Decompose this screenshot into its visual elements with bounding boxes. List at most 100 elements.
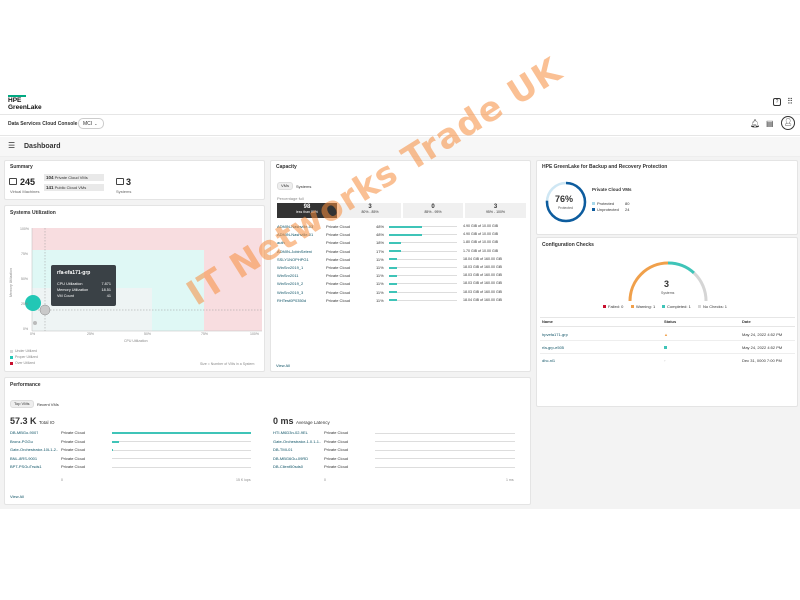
- capacity-view-all[interactable]: View All: [276, 363, 290, 368]
- x-tick-100: 100%: [250, 332, 259, 336]
- gauge-nochecks-arc: [692, 271, 708, 302]
- capacity-row-type: Private Cloud: [326, 256, 351, 262]
- iops-label: Total IO: [39, 420, 55, 425]
- tab-vms[interactable]: VMs: [277, 182, 293, 190]
- hpe-greenlake-logo[interactable]: HPE GreenLake: [8, 95, 42, 111]
- capacity-row-name[interactable]: auth: [277, 240, 285, 245]
- capacity-bar-fill: [389, 266, 397, 269]
- left-row-type: Private Cloud: [61, 430, 86, 435]
- left-row-type: Private Cloud: [61, 447, 86, 452]
- capacity-row-size: 4.90 GiB of 10.00 GiB: [463, 232, 498, 237]
- config-row-3-name[interactable]: dhc-nl1: [542, 358, 555, 363]
- legend-proper-swatch: [10, 356, 13, 359]
- right-row-name[interactable]: DB-TMI-01: [273, 447, 293, 452]
- unprotected-value: 24: [625, 207, 630, 212]
- tasks-icon[interactable]: ▤: [766, 119, 774, 129]
- tooltip-row-cpu: CPU Utilization 7.871: [57, 282, 111, 286]
- notifications-bell-icon[interactable]: 🔔︎: [750, 119, 760, 129]
- config-row-1-name[interactable]: hpvefa171-grp: [542, 332, 568, 337]
- user-avatar-icon[interactable]: 👤︎: [781, 116, 795, 130]
- capacity-row-name[interactable]: WinSrv2019_3: [277, 290, 303, 295]
- tab-systems[interactable]: Systems: [296, 184, 311, 189]
- left-row-name[interactable]: Gate-Orchestrator-10L1-2...: [10, 447, 58, 452]
- right-row-type: Private Cloud: [324, 447, 349, 452]
- public-vm-label: Public Cloud VMs: [54, 185, 87, 190]
- capacity-row-name[interactable]: ADMIN-Nashville-01: [277, 232, 313, 237]
- systems-label: Systems: [116, 189, 132, 194]
- tooltip-vm-value: 41: [106, 294, 111, 298]
- config-header-underline: [540, 326, 795, 327]
- left-row-name[interactable]: BNL-8RS-9001: [10, 456, 37, 461]
- tab-recent-vms[interactable]: Recent VMs: [37, 402, 59, 407]
- capacity-bar-track: [389, 267, 457, 268]
- capacity-row-pct: 11%: [376, 265, 384, 270]
- bucket-80-85-label: 80% - 85%: [361, 210, 379, 214]
- left-row-type: Private Cloud: [61, 464, 86, 469]
- tooltip-vm-label: VM Count: [57, 294, 74, 298]
- capacity-row-name[interactable]: SSLY1NOPHPG1: [277, 257, 309, 262]
- legend-completed: Completed: 1: [667, 304, 691, 309]
- capacity-row-name[interactable]: ADMIN-Nashville-03: [277, 224, 313, 229]
- capacity-bar-fill: [389, 299, 397, 302]
- right-row-name[interactable]: DB-Client50sds0: [273, 464, 303, 469]
- legend-proper: Proper Utilized: [15, 355, 38, 359]
- menu-icon[interactable]: ☰: [8, 142, 15, 150]
- config-row-2-name[interactable]: rfa-grp-e505: [542, 345, 564, 350]
- tab-top-vms[interactable]: Top VMs: [10, 400, 34, 408]
- tooltip-cpu-label: CPU Utilization: [57, 282, 83, 286]
- capacity-row-name[interactable]: ADMIN-JobinSeleni: [277, 249, 312, 254]
- tooltip-row-vm: VM Count 41: [57, 294, 111, 298]
- console-title: Data Services Cloud Console: [8, 121, 78, 127]
- help-icon[interactable]: ?: [773, 98, 781, 106]
- performance-view-all[interactable]: View All: [10, 494, 24, 499]
- app-grid-icon[interactable]: ⠿: [786, 98, 794, 106]
- right-bar-track: [375, 466, 515, 468]
- right-axis-max: 1 ms: [506, 478, 514, 482]
- capacity-row-name[interactable]: WinSrv2019_2: [277, 281, 303, 286]
- capacity-row-name[interactable]: RHTest0P0350d: [277, 298, 306, 303]
- system-bubble-small: [33, 321, 37, 325]
- vm-count: 245: [20, 177, 36, 187]
- y-tick-100: 100%: [20, 227, 29, 231]
- capacity-row-size: 18.03 GiB of 160.00 GiB: [463, 281, 502, 286]
- config-row-2-divider: [540, 353, 795, 354]
- systems-icon: [116, 178, 124, 185]
- right-row-name[interactable]: HTI-M6D3n-02-9EL: [273, 430, 308, 435]
- left-axis-min: 0: [61, 478, 63, 482]
- capacity-row-size: 18.04 GiB of 160.00 GiB: [463, 256, 502, 261]
- capacity-row-name[interactable]: WinSrv2011: [277, 273, 299, 278]
- capacity-bar-fill: [389, 274, 397, 277]
- capacity-row-type: Private Cloud: [326, 273, 351, 279]
- capacity-subtitle: Percentage full: [277, 196, 304, 201]
- gauge-warning-arc: [628, 261, 669, 302]
- page-title: Dashboard: [24, 143, 61, 150]
- private-vm-pill[interactable]: 104 Private Cloud VMs: [44, 174, 104, 181]
- capacity-title: Capacity: [276, 164, 297, 170]
- left-row-name[interactable]: DB-MBGo-9007: [10, 430, 38, 435]
- left-row-name[interactable]: Bronz-PGGu: [10, 439, 33, 444]
- region-select[interactable]: MCI ⌄: [78, 118, 104, 129]
- tooltip-name: rfa-efa171-grp: [57, 270, 91, 276]
- bucket-85-95[interactable]: 0 85% - 95%: [403, 203, 463, 218]
- y-tick-50: 50%: [21, 277, 29, 281]
- config-row-2-date: May 24, 2022 4:52 PM: [742, 345, 783, 350]
- capacity-row-name[interactable]: WinSrv2019_1: [277, 265, 303, 270]
- capacity-row-size: 1.70 GiB of 10.00 GiB: [463, 248, 498, 253]
- bucket-80-85[interactable]: 3 80% - 85%: [339, 203, 401, 218]
- legend-warning-swatch: [631, 305, 634, 308]
- right-row-type: Private Cloud: [324, 430, 349, 435]
- capacity-row-type: Private Cloud: [326, 224, 351, 229]
- y-tick-25: 25%: [21, 302, 29, 306]
- legend-under: Under Utilized: [15, 349, 37, 353]
- logo-line2: GreenLake: [8, 103, 42, 111]
- left-axis-max: 15 K iops: [236, 478, 251, 482]
- right-row-name[interactable]: DB-MBG6Gu-09RD: [273, 456, 308, 461]
- right-row-type: Private Cloud: [324, 464, 349, 469]
- bucket-lt80[interactable]: 98 less than 80%: [277, 203, 337, 218]
- left-row-name[interactable]: BPT-PSGuTrsds1: [10, 464, 42, 469]
- right-row-name[interactable]: Gate-Orchestrator-1.0.1-1...: [273, 439, 321, 444]
- bucket-95-100[interactable]: 3 95% - 100%: [465, 203, 526, 218]
- public-vm-pill[interactable]: 141 Public Cloud VMs: [44, 184, 104, 191]
- capacity-bar-fill: [389, 250, 401, 253]
- capacity-bar-fill: [389, 282, 397, 285]
